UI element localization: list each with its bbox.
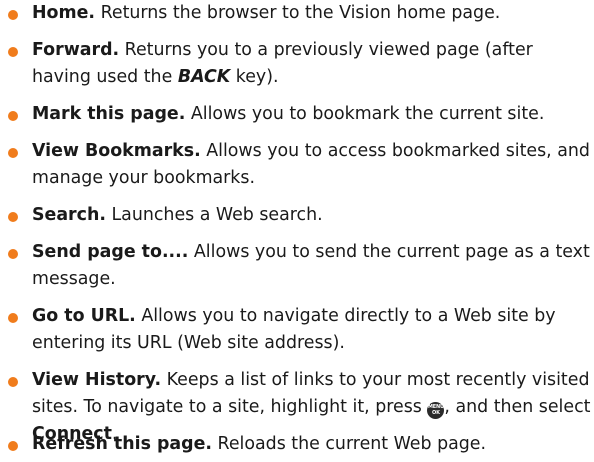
menu-key-bottom-label: OK [432,410,440,416]
item-text: Forward. Returns you to a previously vie… [32,37,592,91]
item-desc: Allows you to bookmark the current site. [190,104,545,124]
item-term: Refresh this page. [32,434,213,454]
bullet-icon [8,377,18,387]
item-term: Go to URL. [32,306,136,326]
item-term: View History. [32,370,162,390]
bullet-icon [8,47,18,57]
back-key-label: BACK [177,67,231,87]
item-text: Go to URL. Allows you to navigate direct… [32,303,592,357]
item-term: Forward. [32,40,120,60]
item-text: Send page to.... Allows you to send the … [32,239,592,293]
item-term: Home. [32,3,96,23]
item-desc-middle: , and then select [444,397,591,417]
list-item-refresh-this-page: Refresh this page. Reloads the current W… [0,431,594,458]
item-text: Refresh this page. Reloads the current W… [32,431,592,458]
item-desc: Reloads the current Web page. [217,434,487,454]
bullet-icon [8,212,18,222]
list-item-forward: Forward. Returns you to a previously vie… [0,37,594,91]
options-list: Home. Returns the browser to the Vision … [0,0,594,462]
bullet-icon [8,441,18,451]
list-item-view-bookmarks: View Bookmarks. Allows you to access boo… [0,138,594,192]
item-text: View Bookmarks. Allows you to access boo… [32,138,592,192]
bullet-icon [8,148,18,158]
item-text: Search. Launches a Web search. [32,202,592,229]
bullet-icon [8,249,18,259]
list-item-search: Search. Launches a Web search. [0,202,594,229]
item-term: Search. [32,205,106,225]
item-desc: Launches a Web search. [111,205,323,225]
item-term: Mark this page. [32,104,186,124]
item-desc-end: key). [235,67,279,87]
bullet-icon [8,313,18,323]
item-desc: Returns the browser to the Vision home p… [100,3,501,23]
list-item-go-to-url: Go to URL. Allows you to navigate direct… [0,303,594,357]
bullet-icon [8,10,18,20]
item-text: Mark this page. Allows you to bookmark t… [32,101,592,128]
item-term: View Bookmarks. [32,141,201,161]
bullet-icon [8,111,18,121]
list-item-home: Home. Returns the browser to the Vision … [0,0,594,27]
list-item-mark-this-page: Mark this page. Allows you to bookmark t… [0,101,594,128]
list-item-send-page-to: Send page to.... Allows you to send the … [0,239,594,293]
item-term: Send page to.... [32,242,189,262]
item-text: Home. Returns the browser to the Vision … [32,0,592,27]
menu-ok-key-icon: MENU OK [427,402,445,419]
